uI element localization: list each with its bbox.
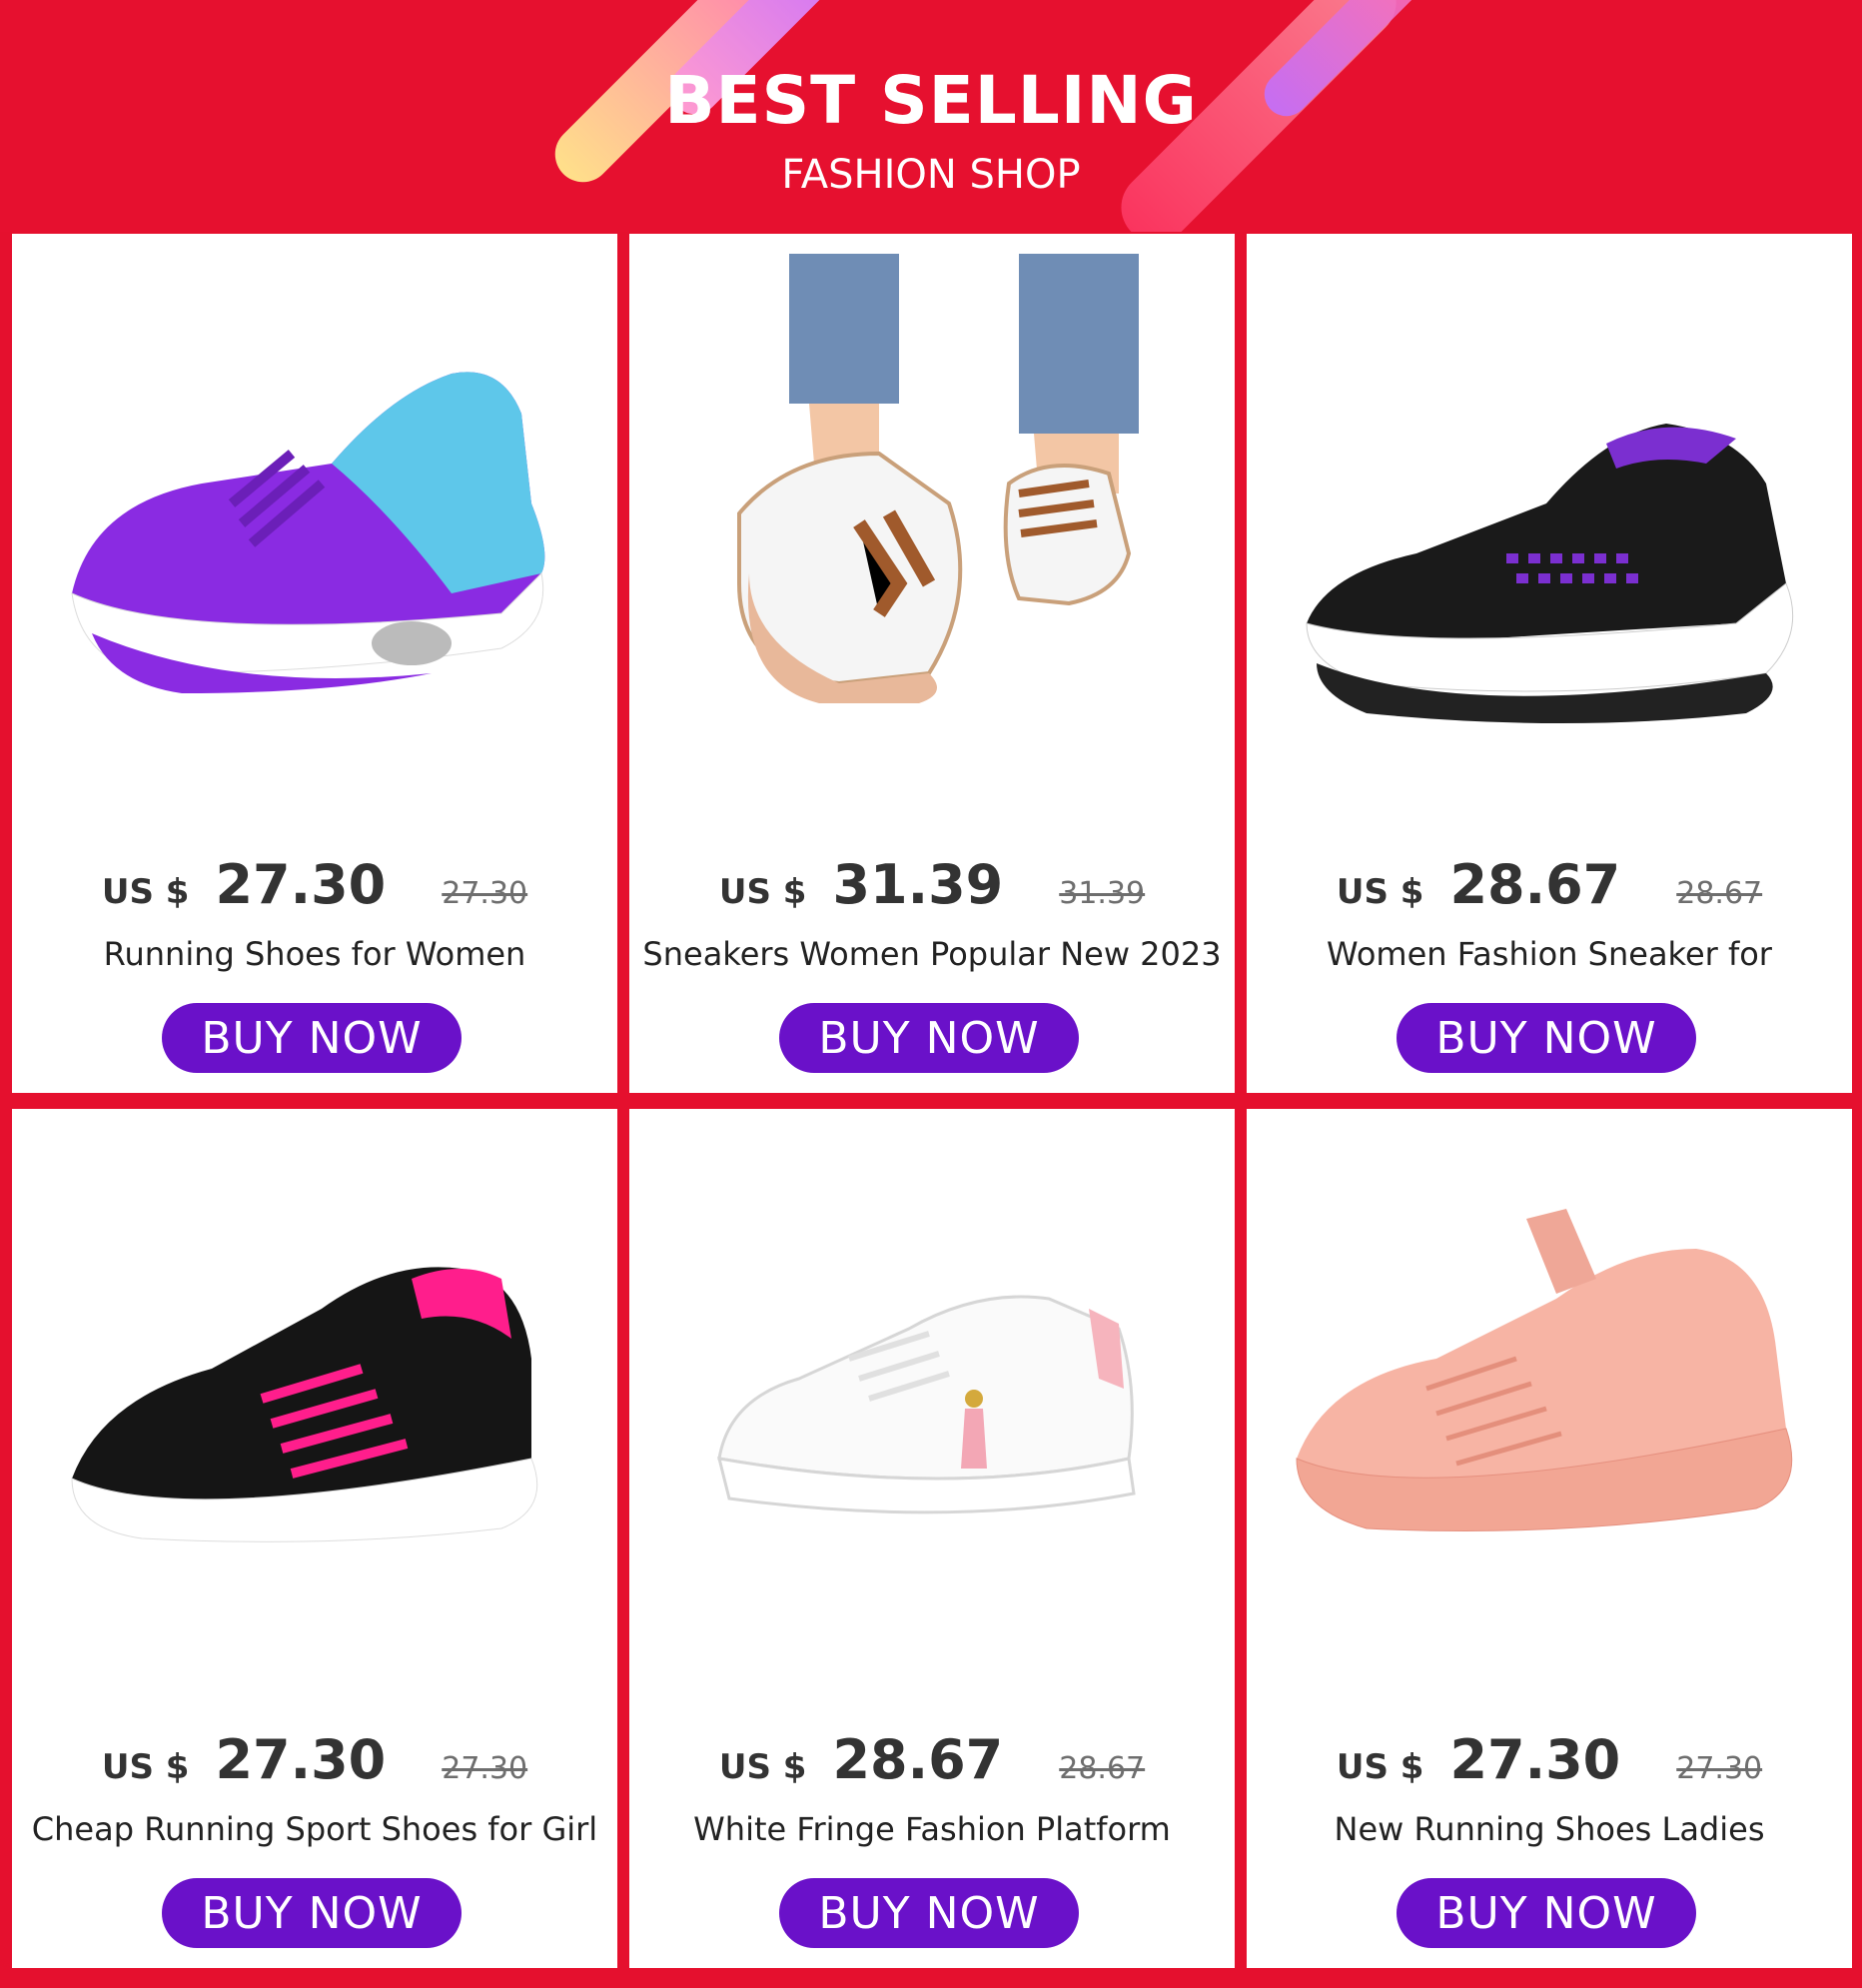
currency-label: US $ bbox=[101, 1747, 190, 1787]
product-card[interactable]: US $ 27.30 27.30 New Running Shoes Ladie… bbox=[1247, 1109, 1852, 1968]
currency-label: US $ bbox=[718, 1747, 807, 1787]
sale-price: 27.30 bbox=[1449, 1728, 1621, 1791]
currency-label: US $ bbox=[101, 872, 190, 912]
sale-price: 28.67 bbox=[1449, 853, 1621, 916]
price-row: US $ 28.67 28.67 bbox=[629, 1728, 1235, 1808]
buy-now-button[interactable]: BUY NOW bbox=[779, 1003, 1079, 1073]
currency-label: US $ bbox=[718, 872, 807, 912]
product-image-black-pink-sneaker[interactable] bbox=[32, 1129, 597, 1708]
sale-price: 28.67 bbox=[832, 1728, 1004, 1791]
banner-title: BEST SELLING bbox=[664, 62, 1198, 139]
product-image-white-brown-sneaker-worn[interactable] bbox=[649, 254, 1215, 833]
sale-price: 31.39 bbox=[832, 853, 1004, 916]
product-image-black-purple-sock-sneaker[interactable] bbox=[1267, 254, 1832, 833]
product-title[interactable]: White Fringe Fashion Platform bbox=[629, 1810, 1235, 1848]
product-image-pink-knit-sneaker[interactable] bbox=[1267, 1129, 1832, 1708]
price-row: US $ 31.39 31.39 bbox=[629, 853, 1235, 933]
product-title[interactable]: Women Fashion Sneaker for bbox=[1247, 935, 1852, 973]
buy-now-button[interactable]: BUY NOW bbox=[162, 1878, 462, 1948]
buy-now-button[interactable]: BUY NOW bbox=[779, 1878, 1079, 1948]
original-price: 28.67 bbox=[1676, 876, 1763, 911]
original-price: 31.39 bbox=[1059, 876, 1146, 911]
price-row: US $ 28.67 28.67 bbox=[1247, 853, 1852, 933]
product-card[interactable]: US $ 27.30 27.30 Running Shoes for Women… bbox=[12, 234, 617, 1093]
buy-now-button[interactable]: BUY NOW bbox=[1396, 1003, 1696, 1073]
original-price: 27.30 bbox=[442, 1751, 528, 1786]
product-title[interactable]: Running Shoes for Women bbox=[12, 935, 617, 973]
price-row: US $ 27.30 27.30 bbox=[12, 1728, 617, 1808]
buy-now-button[interactable]: BUY NOW bbox=[162, 1003, 462, 1073]
product-title[interactable]: Sneakers Women Popular New 2023 bbox=[629, 935, 1235, 973]
product-title[interactable]: New Running Shoes Ladies bbox=[1247, 1810, 1852, 1848]
original-price: 27.30 bbox=[442, 876, 528, 911]
product-card[interactable]: US $ 27.30 27.30 Cheap Running Sport Sho… bbox=[12, 1109, 617, 1968]
price-row: US $ 27.30 27.30 bbox=[1247, 1728, 1852, 1808]
sale-price: 27.30 bbox=[215, 853, 387, 916]
sale-price: 27.30 bbox=[215, 1728, 387, 1791]
currency-label: US $ bbox=[1336, 1747, 1424, 1787]
banner-subtitle: FASHION SHOP bbox=[781, 152, 1081, 198]
price-row: US $ 27.30 27.30 bbox=[12, 853, 617, 933]
product-title[interactable]: Cheap Running Sport Shoes for Girl bbox=[12, 1810, 617, 1848]
original-price: 28.67 bbox=[1059, 1751, 1146, 1786]
banner: BEST SELLING FASHION SHOP bbox=[0, 0, 1862, 232]
product-card[interactable]: US $ 28.67 28.67 Women Fashion Sneaker f… bbox=[1247, 234, 1852, 1093]
buy-now-button[interactable]: BUY NOW bbox=[1396, 1878, 1696, 1948]
product-image-white-tassel-sneaker[interactable] bbox=[649, 1129, 1215, 1708]
product-card[interactable]: US $ 28.67 28.67 White Fringe Fashion Pl… bbox=[629, 1109, 1235, 1968]
product-image-purple-blue-sneaker[interactable] bbox=[32, 254, 597, 833]
currency-label: US $ bbox=[1336, 872, 1424, 912]
product-card[interactable]: US $ 31.39 31.39 Sneakers Women Popular … bbox=[629, 234, 1235, 1093]
original-price: 27.30 bbox=[1676, 1751, 1763, 1786]
product-grid: US $ 27.30 27.30 Running Shoes for Women… bbox=[12, 234, 1852, 1968]
